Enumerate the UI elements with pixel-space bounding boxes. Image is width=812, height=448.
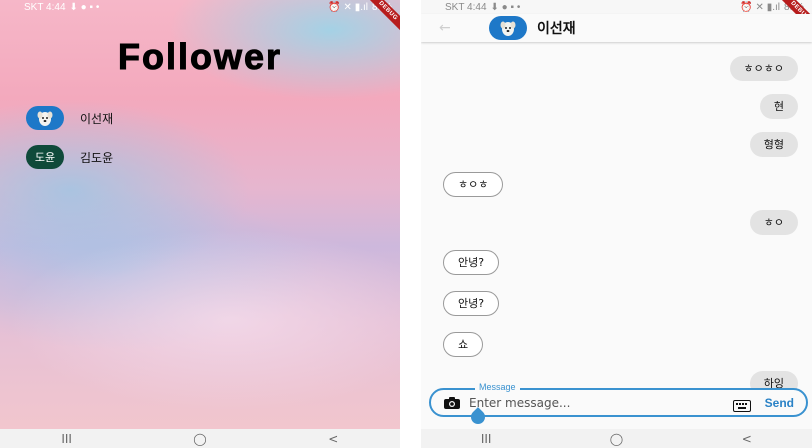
- message-bubble: 쇼: [443, 332, 484, 357]
- follower-name: 이선재: [80, 111, 114, 126]
- message-composer: Message Send: [429, 382, 808, 427]
- message-bubble: 안녕?: [443, 250, 500, 275]
- follower-screen: SKT 4:44 ⬇ ● ▪ • ⏰ ✕ ▮.ıl 89% DEBUG Foll…: [0, 0, 400, 448]
- home-button[interactable]: ◯: [180, 432, 220, 446]
- message-list: ㅎㅇㅎㅇ 현 형형 ㅎㅇㅎ ㅎㅇ 안녕? 안녕? 쇼 하잉: [421, 42, 812, 396]
- composer-label: Message: [475, 382, 520, 392]
- message-input[interactable]: [469, 395, 733, 410]
- screenshot-stage: SKT 4:44 ⬇ ● ▪ • ⏰ ✕ ▮.ıl 89% DEBUG Foll…: [0, 0, 812, 448]
- message-bubble: ㅎㅇ: [749, 210, 798, 235]
- arrow-left-icon[interactable]: ←: [439, 20, 461, 36]
- follower-name: 김도윤: [80, 150, 114, 165]
- dog-avatar-icon: [500, 21, 516, 36]
- notification-icons: ⬇ ● ▪ •: [490, 1, 521, 13]
- page-title: Follower: [117, 36, 282, 78]
- chat-app-bar: ← 이선재: [421, 14, 812, 42]
- message-bubble: 안녕?: [443, 291, 500, 316]
- system-nav-bar: III ◯ <: [421, 429, 812, 448]
- follower-list: 이선재 도윤 김도윤: [26, 103, 113, 181]
- camera-icon[interactable]: [443, 396, 461, 410]
- chat-title: 이선재: [537, 21, 576, 37]
- avatar: [489, 16, 527, 40]
- home-button[interactable]: ◯: [596, 432, 636, 446]
- message-bubble: 현: [759, 94, 798, 119]
- message-bubble: ㅎㅇㅎ: [443, 172, 504, 197]
- carrier-time: SKT 4:44: [445, 1, 487, 13]
- text-cursor-handle[interactable]: [468, 407, 488, 427]
- signal-icons: ⏰ ✕ ▮.ıl: [328, 1, 368, 13]
- follower-item-1[interactable]: 도윤 김도윤: [26, 142, 113, 172]
- keyboard-icon[interactable]: [732, 397, 751, 412]
- back-button[interactable]: <: [727, 432, 767, 446]
- notification-icons: ⬇ ● ▪ •: [69, 1, 100, 13]
- dog-avatar-icon: [37, 111, 53, 126]
- chat-screen: SKT 4:44 ⬇ ● ▪ • ⏰ ✕ ▮.ıl 89% DEBUG ←: [421, 0, 812, 448]
- carrier-time: SKT 4:44: [24, 1, 66, 13]
- status-bar: SKT 4:44 ⬇ ● ▪ • ⏰ ✕ ▮.ıl 89%: [0, 0, 400, 14]
- recent-apps-button[interactable]: III: [466, 432, 506, 446]
- status-bar: SKT 4:44 ⬇ ● ▪ • ⏰ ✕ ▮.ıl 89%: [421, 0, 812, 14]
- message-bubble: ㅎㅇㅎㅇ: [729, 56, 798, 81]
- message-bubble: 형형: [749, 132, 798, 157]
- send-button[interactable]: Send: [765, 396, 794, 410]
- follower-item-0[interactable]: 이선재: [26, 103, 113, 133]
- avatar: 도윤: [26, 145, 64, 169]
- avatar: [26, 106, 64, 130]
- recent-apps-button[interactable]: III: [47, 432, 87, 446]
- system-nav-bar: III ◯ <: [0, 429, 400, 448]
- back-button[interactable]: <: [313, 432, 353, 446]
- signal-icons: ⏰ ✕ ▮.ıl: [740, 1, 780, 13]
